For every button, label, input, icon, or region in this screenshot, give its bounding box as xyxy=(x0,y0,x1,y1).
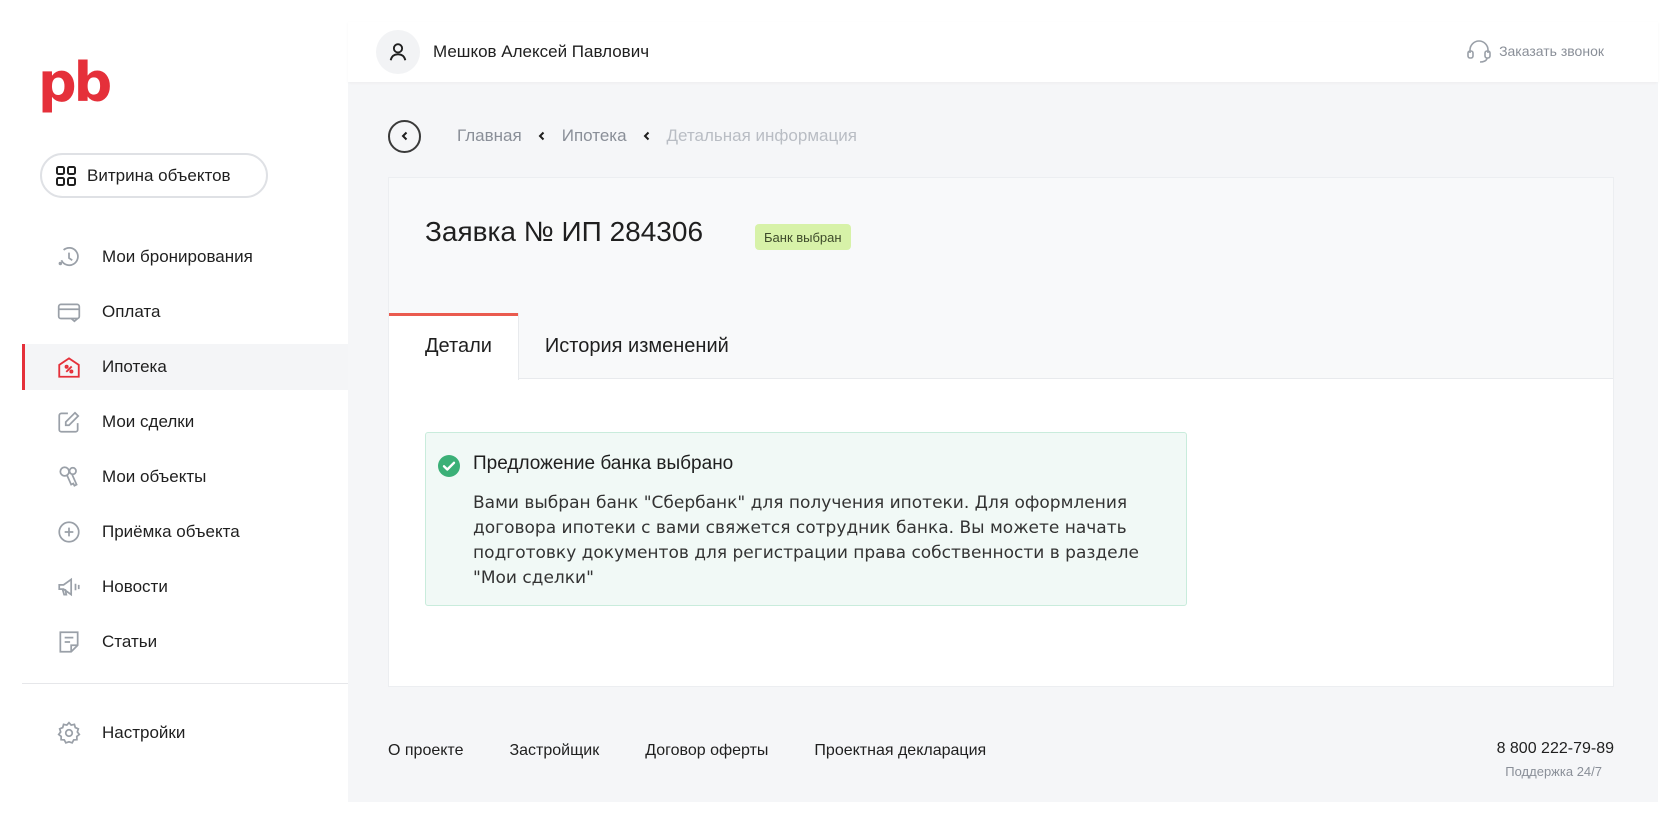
footer-link-offer[interactable]: Договор оферты xyxy=(645,742,768,760)
sidebar-nav: Мои бронирования Оплата Ипотека Мои сдел… xyxy=(22,234,348,674)
notice-title: Предложение банка выбрано xyxy=(473,453,734,474)
breadcrumb-home[interactable]: Главная xyxy=(457,126,522,146)
credit-card-icon xyxy=(57,303,81,323)
status-badge: Банк выбран xyxy=(755,224,851,250)
sidebar-item-label: Мои бронирования xyxy=(102,247,253,266)
sidebar-settings: Настройки xyxy=(22,710,348,765)
back-button[interactable] xyxy=(388,119,421,153)
application-card: Заявка № ИП 284306 Банк выбран Детали Ис… xyxy=(388,177,1614,687)
showcase-button[interactable]: Витрина объектов xyxy=(40,153,268,198)
sidebar-item-acceptance[interactable]: Приёмка объекта xyxy=(22,509,348,555)
main-area: Мешков Алексей Павлович Заказать звонок … xyxy=(348,22,1658,802)
footer-link-declaration[interactable]: Проектная декларация xyxy=(814,742,986,760)
footer-link-developer[interactable]: Застройщик xyxy=(509,742,599,760)
application-header: Заявка № ИП 284306 Банк выбран Детали Ис… xyxy=(389,178,1613,380)
sidebar-item-settings[interactable]: Настройки xyxy=(22,710,348,756)
tab-history[interactable]: История изменений xyxy=(519,313,765,380)
history-icon xyxy=(58,247,79,267)
breadcrumb: Главная Ипотека Детальная информация xyxy=(388,118,857,154)
breadcrumb-current: Детальная информация xyxy=(666,126,857,145)
sidebar-item-articles[interactable]: Статьи xyxy=(22,619,348,665)
chevron-left-icon xyxy=(401,131,407,141)
sidebar-item-objects[interactable]: Мои объекты xyxy=(22,454,348,500)
sidebar-item-label: Мои объекты xyxy=(102,467,207,486)
callback-label: Заказать звонок xyxy=(1499,43,1604,59)
success-notice: Предложение банка выбрано Вами выбран ба… xyxy=(425,432,1187,606)
check-circle-icon xyxy=(438,455,460,477)
headset-icon xyxy=(1467,40,1491,63)
showcase-button-label: Витрина объектов xyxy=(87,165,231,185)
support-phone[interactable]: 8 800 222-79-89 xyxy=(1497,740,1614,758)
sidebar-item-deals[interactable]: Мои сделки xyxy=(22,399,348,445)
user-icon xyxy=(389,43,407,61)
sidebar: pb Витрина объектов Мои бронирования Опл… xyxy=(22,22,348,802)
article-icon xyxy=(59,631,79,653)
grid-icon xyxy=(56,165,76,186)
brand-logo[interactable]: pb xyxy=(38,56,112,110)
footer: О проекте Застройщик Договор оферты Прое… xyxy=(388,732,1614,782)
sidebar-item-bookings[interactable]: Мои бронирования xyxy=(22,234,348,280)
breadcrumb-mortgage[interactable]: Ипотека xyxy=(562,126,627,146)
sidebar-item-label: Статьи xyxy=(102,632,158,651)
footer-link-about[interactable]: О проекте xyxy=(388,742,463,760)
sidebar-item-label: Мои сделки xyxy=(102,412,195,431)
top-bar: Мешков Алексей Павлович Заказать звонок xyxy=(348,22,1658,82)
callback-button[interactable]: Заказать звонок xyxy=(1465,38,1604,64)
sidebar-item-label: Новости xyxy=(102,577,168,596)
chevron-left-icon xyxy=(538,131,544,141)
sidebar-item-news[interactable]: Новости xyxy=(22,564,348,610)
notice-text: Вами выбран банк "Сбербанк" для получени… xyxy=(473,493,1139,588)
footer-links: О проекте Застройщик Договор оферты Прое… xyxy=(388,742,1032,760)
sidebar-item-label: Ипотека xyxy=(102,357,167,376)
page-title: Заявка № ИП 284306 xyxy=(425,216,704,247)
tab-details[interactable]: Детали xyxy=(389,313,519,380)
support-label: Поддержка 24/7 xyxy=(1505,764,1602,779)
keys-icon xyxy=(59,466,78,487)
sidebar-item-payment[interactable]: Оплата xyxy=(22,289,348,335)
megaphone-icon xyxy=(58,577,80,597)
chevron-left-icon xyxy=(643,131,649,141)
sidebar-item-label: Оплата xyxy=(102,302,161,321)
avatar[interactable] xyxy=(376,30,420,74)
sidebar-item-label: Приёмка объекта xyxy=(102,522,240,541)
sidebar-item-mortgage[interactable]: Ипотека xyxy=(22,344,348,390)
sidebar-item-label: Настройки xyxy=(102,723,186,742)
house-percent-icon xyxy=(58,357,80,378)
tabs: Детали История изменений xyxy=(389,313,765,380)
sidebar-divider xyxy=(22,683,348,684)
plus-circle-icon xyxy=(58,521,80,543)
edit-icon xyxy=(58,411,80,433)
user-name[interactable]: Мешков Алексей Павлович xyxy=(433,42,649,62)
gear-icon xyxy=(57,721,81,744)
